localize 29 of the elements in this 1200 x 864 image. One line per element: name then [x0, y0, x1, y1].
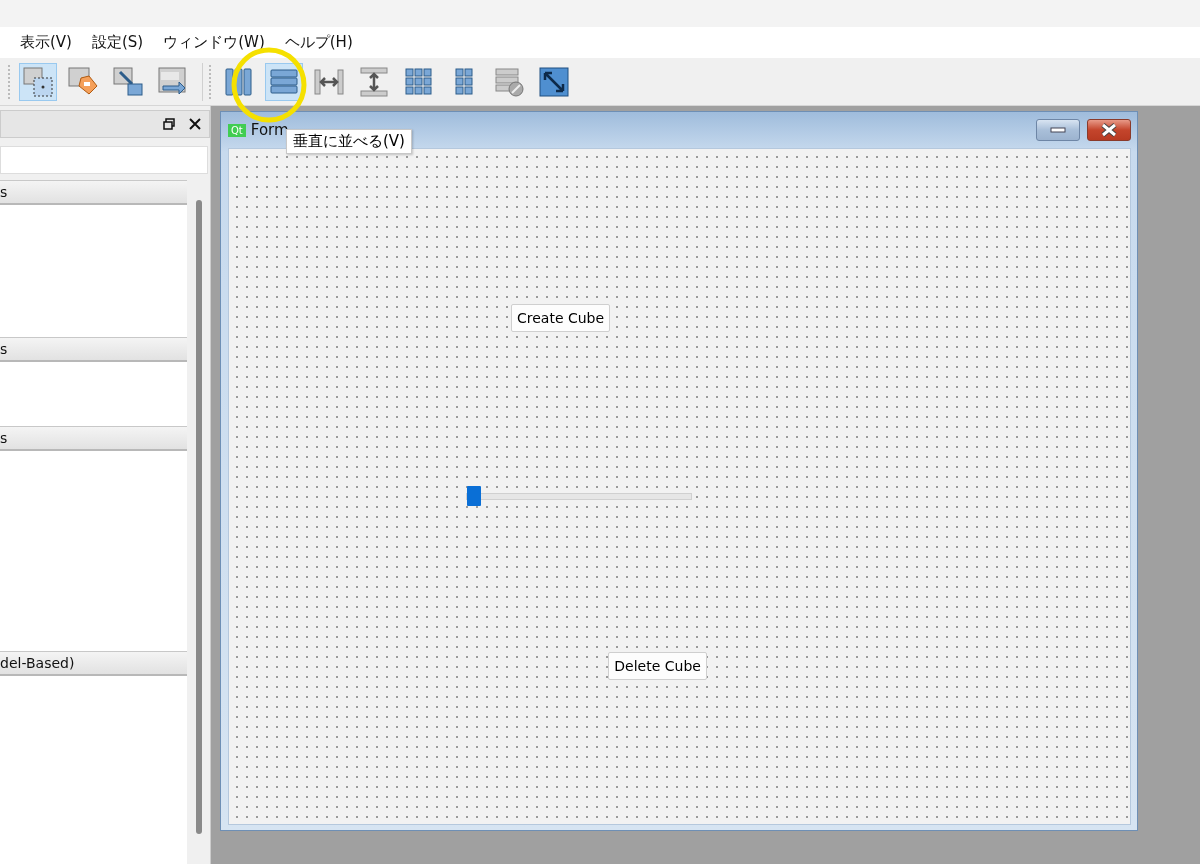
- menu-item[interactable]: ヘルプ(H): [274, 33, 363, 52]
- close-icon[interactable]: [189, 118, 201, 130]
- filter-field[interactable]: [0, 146, 208, 174]
- close-icon: [1100, 123, 1118, 137]
- columns-icon: [223, 65, 255, 98]
- slider[interactable]: [465, 486, 692, 507]
- connect-icon: [112, 65, 144, 98]
- push-button[interactable]: Create Cube: [511, 304, 611, 333]
- qt-logo: Qt: [228, 123, 246, 137]
- category-header[interactable]: s: [0, 180, 187, 205]
- menu-item[interactable]: ウィンドウ(W): [153, 33, 275, 52]
- grid-icon: [403, 65, 435, 98]
- float-icon[interactable]: [163, 118, 175, 130]
- tooltip: 垂直に並べる(V): [286, 129, 412, 154]
- category-header[interactable]: s: [0, 337, 187, 362]
- minimize-button[interactable]: [1036, 119, 1080, 141]
- widget-edit-icon: [22, 65, 54, 98]
- menu-item[interactable]: 表示(V): [10, 33, 82, 52]
- vertical-splitter-icon: [358, 65, 390, 98]
- close-button[interactable]: [1087, 119, 1131, 141]
- scrollbar-thumb[interactable]: [195, 200, 202, 834]
- category-header[interactable]: del-Based): [0, 651, 187, 676]
- minimize-icon: [1050, 127, 1066, 133]
- menu-item[interactable]: 設定(S): [81, 33, 154, 52]
- slider-thumb[interactable]: [466, 486, 481, 506]
- adjust-size-icon: [538, 65, 570, 98]
- category-header[interactable]: s: [0, 426, 187, 451]
- push-button[interactable]: Delete Cube: [608, 651, 707, 680]
- break-layout-icon: [493, 65, 525, 98]
